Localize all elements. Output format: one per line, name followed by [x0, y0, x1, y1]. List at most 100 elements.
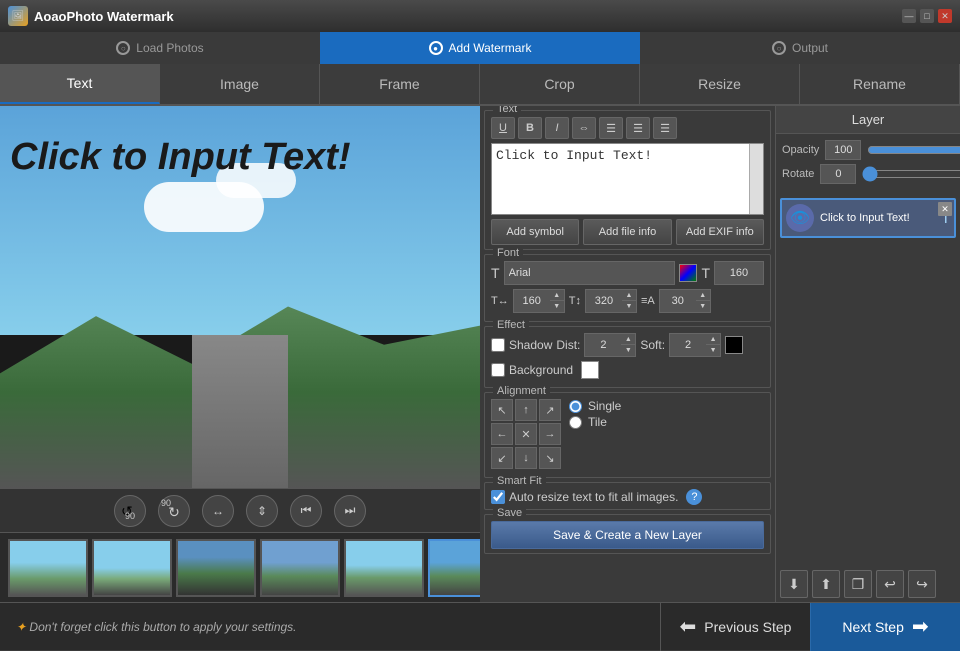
- step-load-photos[interactable]: ○ Load Photos: [0, 32, 320, 64]
- close-button[interactable]: ✕: [938, 9, 952, 23]
- align-left-button[interactable]: ☰: [599, 117, 623, 139]
- preview-canvas[interactable]: Click to Input Text!: [0, 106, 480, 488]
- dist-up[interactable]: ▲: [621, 334, 635, 345]
- effect-section: Effect Shadow Dist: ▲ ▼ Soft:: [484, 326, 771, 388]
- soft-down[interactable]: ▼: [706, 345, 720, 356]
- flip-vertical-button[interactable]: ⇕: [246, 495, 278, 527]
- align-top-left-button[interactable]: ↖: [491, 399, 513, 421]
- soft-spinbox-buttons: ▲ ▼: [706, 334, 720, 356]
- tab-bar: Text Image Frame Crop Resize Rename: [0, 64, 960, 106]
- align-bottom-right-button[interactable]: ↘: [539, 447, 561, 469]
- layer-redo-button[interactable]: ↪: [908, 570, 936, 598]
- align-top-center-button[interactable]: ↑: [515, 399, 537, 421]
- background-checkbox[interactable]: [491, 363, 505, 377]
- single-radio[interactable]: [569, 400, 582, 413]
- rotate-ccw-button[interactable]: ↺ 90: [114, 495, 146, 527]
- font-spacing-down[interactable]: ▼: [696, 301, 710, 312]
- layer-move-up-button[interactable]: ⬆: [812, 570, 840, 598]
- title-bar: 🖼 AoaoPhoto Watermark — □ ✕: [0, 0, 960, 32]
- thumbnail-4[interactable]: [260, 539, 340, 597]
- align-right-button[interactable]: ☰: [653, 117, 677, 139]
- rotate-cw-button[interactable]: 90 ↻: [158, 495, 190, 527]
- strikethrough-button[interactable]: ⇔: [572, 117, 596, 139]
- maximize-button[interactable]: □: [920, 9, 934, 23]
- soft-up[interactable]: ▲: [706, 334, 720, 345]
- help-icon[interactable]: ?: [686, 489, 702, 505]
- font-height-input[interactable]: [586, 290, 622, 312]
- background-row: Background: [491, 361, 764, 379]
- align-middle-right-button[interactable]: →: [539, 423, 561, 445]
- step-output[interactable]: ○ Output: [640, 32, 960, 64]
- step-add-watermark[interactable]: ● Add Watermark: [320, 32, 640, 64]
- align-top-right-button[interactable]: ↗: [539, 399, 561, 421]
- bold-button[interactable]: B: [518, 117, 542, 139]
- align-middle-center-button[interactable]: ✕: [515, 423, 537, 445]
- thumbnail-6[interactable]: [428, 539, 480, 597]
- add-file-info-button[interactable]: Add file info: [583, 219, 671, 245]
- tab-image[interactable]: Image: [160, 64, 320, 104]
- auto-resize-checkbox[interactable]: [491, 490, 505, 504]
- shadow-color-swatch[interactable]: [725, 336, 743, 354]
- rotate-slider[interactable]: [862, 167, 960, 181]
- dist-input[interactable]: [585, 334, 621, 356]
- tab-frame[interactable]: Frame: [320, 64, 480, 104]
- shadow-checkbox[interactable]: [491, 338, 505, 352]
- layer-eye-icon[interactable]: 👁: [786, 204, 814, 232]
- italic-button[interactable]: I: [545, 117, 569, 139]
- opacity-input[interactable]: [825, 140, 861, 160]
- previous-step-button[interactable]: ⬅ Previous Step: [660, 603, 810, 651]
- thumbnail-3[interactable]: [176, 539, 256, 597]
- next-step-button[interactable]: Next Step ➡: [810, 603, 960, 651]
- minimize-button[interactable]: —: [902, 9, 916, 23]
- layer-toolbar: ⬇ ⬆ ❐ ↩ ↪: [776, 562, 960, 602]
- align-center-button[interactable]: ☰: [626, 117, 650, 139]
- align-bottom-left-button[interactable]: ↙: [491, 447, 513, 469]
- next-image-button[interactable]: ⏭: [334, 495, 366, 527]
- thumbnail-2[interactable]: [92, 539, 172, 597]
- font-spacing-spinbox-buttons: ▲ ▼: [696, 290, 710, 312]
- font-spacing-input[interactable]: [660, 290, 696, 312]
- background-color-swatch[interactable]: [581, 361, 599, 379]
- shadow-row: Shadow Dist: ▲ ▼ Soft: ▲ ▼: [491, 333, 764, 357]
- rotate-input[interactable]: [820, 164, 856, 184]
- layer-move-down-button[interactable]: ⬇: [780, 570, 808, 598]
- layer-item-1[interactable]: 👁 Click to Input Text! T ✕: [780, 198, 956, 238]
- prev-image-button[interactable]: ⏮: [290, 495, 322, 527]
- layer-duplicate-button[interactable]: ❐: [844, 570, 872, 598]
- action-buttons: Add symbol Add file info Add EXIF info: [491, 219, 764, 245]
- dist-down[interactable]: ▼: [621, 345, 635, 356]
- add-symbol-button[interactable]: Add symbol: [491, 219, 579, 245]
- save-create-layer-button[interactable]: Save & Create a New Layer: [491, 521, 764, 549]
- text-input[interactable]: Click to Input Text!: [492, 144, 749, 214]
- soft-input[interactable]: [670, 334, 706, 356]
- align-middle-left-button[interactable]: ←: [491, 423, 513, 445]
- save-section-label: Save: [493, 507, 526, 519]
- layer-undo-button[interactable]: ↩: [876, 570, 904, 598]
- font-color-swatch[interactable]: [679, 264, 697, 282]
- tab-rename[interactable]: Rename: [800, 64, 960, 104]
- flip-horizontal-button[interactable]: ↔: [202, 495, 234, 527]
- tab-text[interactable]: Text: [0, 64, 160, 104]
- thumbnails-strip: [0, 532, 480, 602]
- align-bottom-center-button[interactable]: ↓: [515, 447, 537, 469]
- tab-resize[interactable]: Resize: [640, 64, 800, 104]
- tile-radio[interactable]: [569, 416, 582, 429]
- layer-close-button[interactable]: ✕: [938, 202, 952, 216]
- font-height-down[interactable]: ▼: [622, 301, 636, 312]
- tab-crop[interactable]: Crop: [480, 64, 640, 104]
- bottom-bar: ✦ Don't forget click this button to appl…: [0, 602, 960, 650]
- hint-text: Don't forget click this button to apply …: [29, 620, 296, 634]
- font-width-input[interactable]: [514, 290, 550, 312]
- text-scrollbar[interactable]: [749, 144, 763, 214]
- thumbnail-1[interactable]: [8, 539, 88, 597]
- font-width-up[interactable]: ▲: [550, 290, 564, 301]
- font-width-down[interactable]: ▼: [550, 301, 564, 312]
- font-size-select[interactable]: 160 120 80 200: [714, 261, 764, 285]
- thumbnail-5[interactable]: [344, 539, 424, 597]
- underline-button[interactable]: U: [491, 117, 515, 139]
- add-exif-info-button[interactable]: Add EXIF info: [676, 219, 764, 245]
- font-name-select[interactable]: Arial Times New Roman Courier: [504, 261, 676, 285]
- opacity-slider[interactable]: [867, 143, 960, 157]
- font-spacing-up[interactable]: ▲: [696, 290, 710, 301]
- font-height-up[interactable]: ▲: [622, 290, 636, 301]
